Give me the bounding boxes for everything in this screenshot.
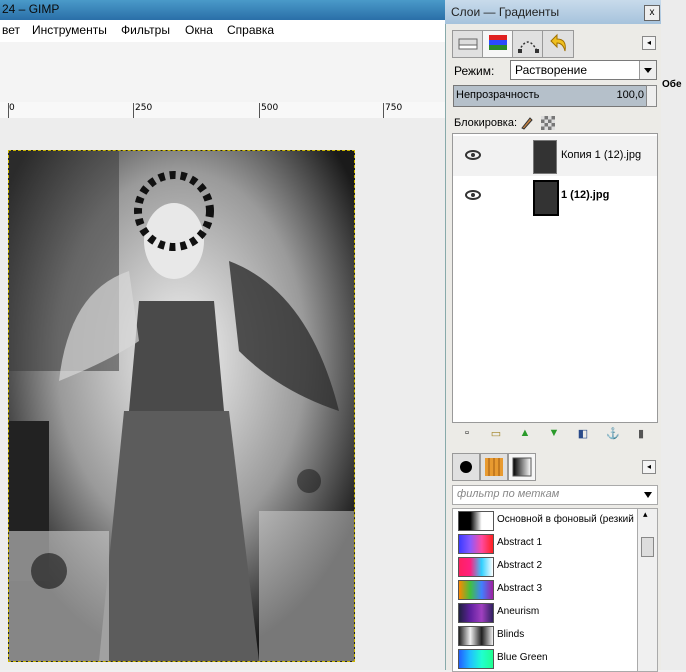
scrollbar-thumb[interactable] xyxy=(641,537,654,557)
lock-pixels-icon[interactable] xyxy=(520,116,534,130)
gradient-swatch xyxy=(458,511,494,531)
tag-filter-input[interactable]: фильтр по меткам xyxy=(452,485,658,505)
gradient-name: Aneurism xyxy=(497,606,540,617)
menu-bar: вет Инструменты Фильтры Окна Справка xyxy=(0,20,445,43)
gradient-item[interactable]: Abstract 2 xyxy=(453,555,638,578)
configure-tab-icon[interactable]: ◂ xyxy=(642,36,656,50)
gradient-name: Blue Green xyxy=(497,652,548,663)
close-icon[interactable]: x xyxy=(644,5,660,21)
image-canvas[interactable] xyxy=(8,150,355,662)
menu-windows[interactable]: Окна xyxy=(185,23,213,37)
opacity-spinner[interactable] xyxy=(646,85,657,107)
dock-title: Слои — Градиенты xyxy=(451,5,560,19)
lock-label: Блокировка: xyxy=(454,116,518,129)
gradient-item[interactable]: Aneurism xyxy=(453,601,638,624)
lock-row: Блокировка: xyxy=(454,116,556,130)
opacity-slider[interactable]: Непрозрачность 100,0 xyxy=(453,85,647,107)
brushes-tab-icon[interactable] xyxy=(452,453,480,481)
duplicate-layer-icon[interactable]: ◧ xyxy=(577,427,589,440)
gradient-swatch xyxy=(458,649,494,669)
layer-name: Копия 1 (12).jpg xyxy=(561,149,642,161)
mode-select[interactable]: Растворение xyxy=(510,60,657,80)
gradient-item[interactable]: Blinds xyxy=(453,624,638,647)
layer-thumbnail xyxy=(533,140,557,174)
ruler-mark: 500 xyxy=(261,103,279,113)
scrollbar[interactable]: ▴ xyxy=(637,508,658,672)
gradient-name: Основной в фоновый (резкий xyxy=(497,514,634,525)
layers-list[interactable]: Копия 1 (12).jpg 1 (12).jpg xyxy=(452,133,658,423)
next-dock-strip: Обе xyxy=(661,0,686,670)
gradient-item[interactable]: Blue Green xyxy=(453,647,638,670)
layer-name: 1 (12).jpg xyxy=(561,189,610,201)
layer-row[interactable]: 1 (12).jpg xyxy=(453,176,657,216)
gradient-name: Abstract 3 xyxy=(497,583,543,594)
lock-alpha-icon[interactable] xyxy=(541,116,556,130)
new-layer-icon[interactable]: ▫ xyxy=(461,427,473,439)
opacity-label: Непрозрачность xyxy=(456,89,540,101)
delete-layer-icon[interactable]: ▮ xyxy=(635,427,647,440)
image-window-titlebar: 24 – GIMP xyxy=(0,0,445,20)
chevron-down-icon[interactable] xyxy=(639,61,656,79)
gradient-swatch xyxy=(458,580,494,600)
gradient-swatch xyxy=(458,557,494,577)
inverted-photo xyxy=(9,151,354,661)
paths-tab-icon[interactable] xyxy=(512,30,544,58)
chevron-down-icon[interactable] xyxy=(643,491,653,499)
dock-titlebar: Слои — Градиенты xyxy=(445,0,661,24)
anchor-layer-icon[interactable]: ⚓ xyxy=(606,427,620,440)
gradient-swatch xyxy=(458,626,494,646)
gradient-name: Blinds xyxy=(497,629,525,640)
gradient-name: Abstract 1 xyxy=(497,537,543,548)
gradient-name: Abstract 2 xyxy=(497,560,543,571)
window-title: 24 – GIMP xyxy=(2,2,60,16)
gradient-swatch xyxy=(458,534,494,554)
channels-tab-icon[interactable] xyxy=(482,30,514,58)
eye-icon[interactable] xyxy=(465,190,481,200)
eye-icon[interactable] xyxy=(465,150,481,160)
gradient-list[interactable]: Основной в фоновый (резкий Abstract 1 Abst… xyxy=(452,508,639,672)
gradient-swatch xyxy=(458,603,494,623)
horizontal-ruler[interactable]: 0 250 500 750 xyxy=(0,102,445,119)
undo-history-tab-icon[interactable] xyxy=(542,30,574,58)
layer-thumbnail xyxy=(533,180,559,216)
gradient-item[interactable]: Abstract 1 xyxy=(453,532,638,555)
ruler-mark: 0 xyxy=(9,103,15,113)
tag-filter-placeholder: фильтр по меткам xyxy=(457,488,560,500)
raise-layer-icon[interactable]: ▲ xyxy=(519,427,531,439)
configure-gradients-tab-icon[interactable]: ◂ xyxy=(642,460,656,474)
gradient-item[interactable]: Abstract 3 xyxy=(453,578,638,601)
layer-row[interactable]: Копия 1 (12).jpg xyxy=(453,136,657,176)
ruler-mark: 250 xyxy=(135,103,153,113)
ruler-mark: 750 xyxy=(385,103,403,113)
menu-help[interactable]: Справка xyxy=(227,23,274,37)
mode-value: Растворение xyxy=(515,63,588,77)
layers-tab-icon[interactable] xyxy=(452,30,484,58)
lower-layer-icon[interactable]: ▼ xyxy=(548,427,560,439)
menu-color[interactable]: вет xyxy=(2,23,20,37)
mode-label: Режим: xyxy=(454,64,495,78)
gradient-item[interactable]: Основной в фоновый (резкий xyxy=(453,509,638,532)
scroll-up-icon[interactable]: ▴ xyxy=(643,509,648,520)
menu-filters[interactable]: Фильтры xyxy=(121,23,170,37)
opacity-value: 100,0 xyxy=(616,89,644,101)
patterns-tab-icon[interactable] xyxy=(480,453,508,481)
next-dock-label: Обе xyxy=(662,79,682,90)
gradients-tab-icon[interactable] xyxy=(508,453,536,481)
menu-tools[interactable]: Инструменты xyxy=(32,23,107,37)
new-layer-group-icon[interactable]: ▭ xyxy=(490,427,502,440)
tool-area xyxy=(0,42,445,102)
